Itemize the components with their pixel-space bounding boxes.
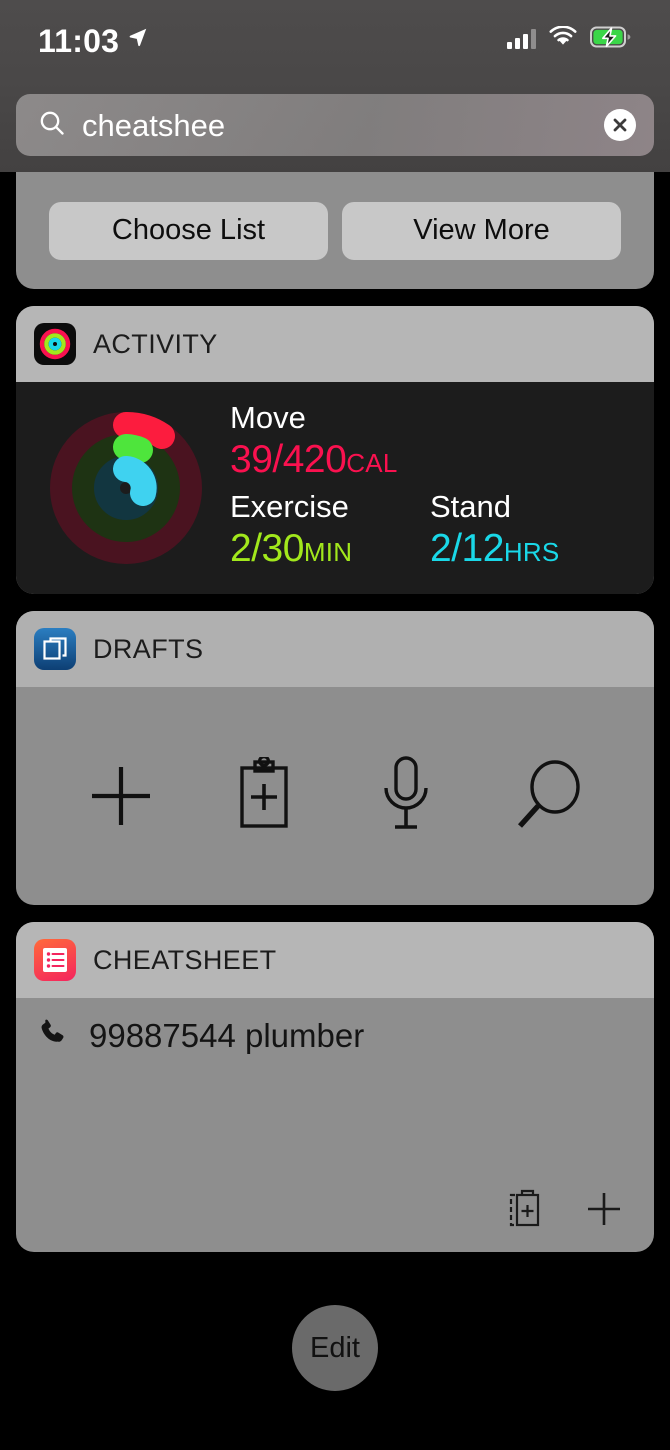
activity-metrics: Move 39/420CAL Exercise 2/30MIN Stand 2/… [230, 400, 634, 575]
status-bar-right [507, 25, 632, 53]
widget-cheatsheet[interactable]: CHEATSHEET 99887544 plumber [16, 922, 654, 1252]
search-field[interactable]: cheatshee [16, 94, 654, 156]
activity-exercise-label: Exercise [230, 489, 349, 524]
wifi-icon [549, 25, 577, 52]
search-icon [38, 109, 66, 142]
status-bar-left: 11:03 [38, 22, 149, 57]
activity-stand-value: 2/12HRS [430, 526, 630, 572]
activity-exercise-block: Exercise 2/30MIN [230, 489, 430, 572]
status-bar-clock: 11:03 [38, 22, 120, 59]
phone-icon [36, 1016, 70, 1055]
microphone-icon[interactable] [365, 755, 447, 837]
cheatsheet-entry-row[interactable]: 99887544 plumber [36, 1016, 634, 1055]
activity-stand-number: 2/12 [430, 526, 504, 570]
plus-icon[interactable] [584, 1189, 624, 1234]
status-bar: 11:03 [0, 0, 670, 78]
cheatsheet-tool-row [506, 1187, 624, 1236]
widget-activity[interactable]: ACTIVITY Move 39/420CAL Exercise 2/30MIN… [16, 306, 654, 594]
clipboard-plus-icon[interactable] [223, 755, 305, 837]
today-view-screen: 11:03 cheatshee Choose List View More AC… [0, 0, 670, 1450]
battery-charging-icon [590, 26, 632, 53]
cellular-signal-icon [507, 29, 536, 49]
activity-move-number: 39/420 [230, 437, 347, 481]
widget-stack: Choose List View More ACTIVITY Move 39/4… [0, 172, 670, 1269]
drafts-widget-body [16, 687, 654, 905]
search-bar-container: cheatshee [0, 78, 670, 172]
cheatsheet-widget-body: 99887544 plumber [16, 998, 654, 1252]
plus-icon[interactable] [80, 755, 162, 837]
activity-move-label: Move [230, 400, 306, 436]
drafts-app-icon [34, 628, 76, 670]
activity-secondary-metrics: Exercise 2/30MIN Stand 2/12HRS [230, 489, 634, 572]
activity-stand-block: Stand 2/12HRS [430, 489, 630, 572]
activity-exercise-number: 2/30 [230, 526, 304, 570]
activity-widget-header[interactable]: ACTIVITY [16, 306, 654, 382]
activity-move-unit: CAL [346, 447, 398, 478]
activity-stand-unit: HRS [503, 536, 560, 567]
widget-drafts[interactable]: DRAFTS [16, 611, 654, 905]
view-more-button[interactable]: View More [342, 201, 621, 260]
activity-move-value: 39/420CAL [230, 437, 634, 483]
clipboard-plus-icon[interactable] [506, 1187, 542, 1236]
drafts-widget-title: DRAFTS [93, 633, 204, 664]
cheatsheet-app-icon [34, 939, 76, 981]
cheatsheet-entry-text: 99887544 plumber [89, 1017, 365, 1054]
activity-exercise-unit: MIN [303, 536, 353, 567]
activity-stand-label: Stand [430, 489, 512, 524]
activity-rings-graphic [46, 408, 206, 568]
activity-exercise-value: 2/30MIN [230, 526, 430, 572]
drafts-widget-header[interactable]: DRAFTS [16, 611, 654, 687]
choose-list-button[interactable]: Choose List [49, 201, 328, 260]
edit-button[interactable]: Edit [292, 1305, 378, 1391]
location-arrow-icon [127, 26, 149, 53]
cheatsheet-widget-header[interactable]: CHEATSHEET [16, 922, 654, 998]
cheatsheet-widget-title: CHEATSHEET [93, 944, 277, 975]
clear-x-icon[interactable] [604, 109, 636, 141]
activity-rings-icon [34, 323, 76, 365]
widget-reminders-partial[interactable]: Choose List View More [16, 172, 654, 289]
activity-widget-title: ACTIVITY [93, 328, 218, 359]
magnifier-icon[interactable] [508, 755, 590, 837]
search-input[interactable]: cheatshee [82, 110, 604, 141]
activity-widget-body[interactable]: Move 39/420CAL Exercise 2/30MIN Stand 2/… [16, 382, 654, 594]
